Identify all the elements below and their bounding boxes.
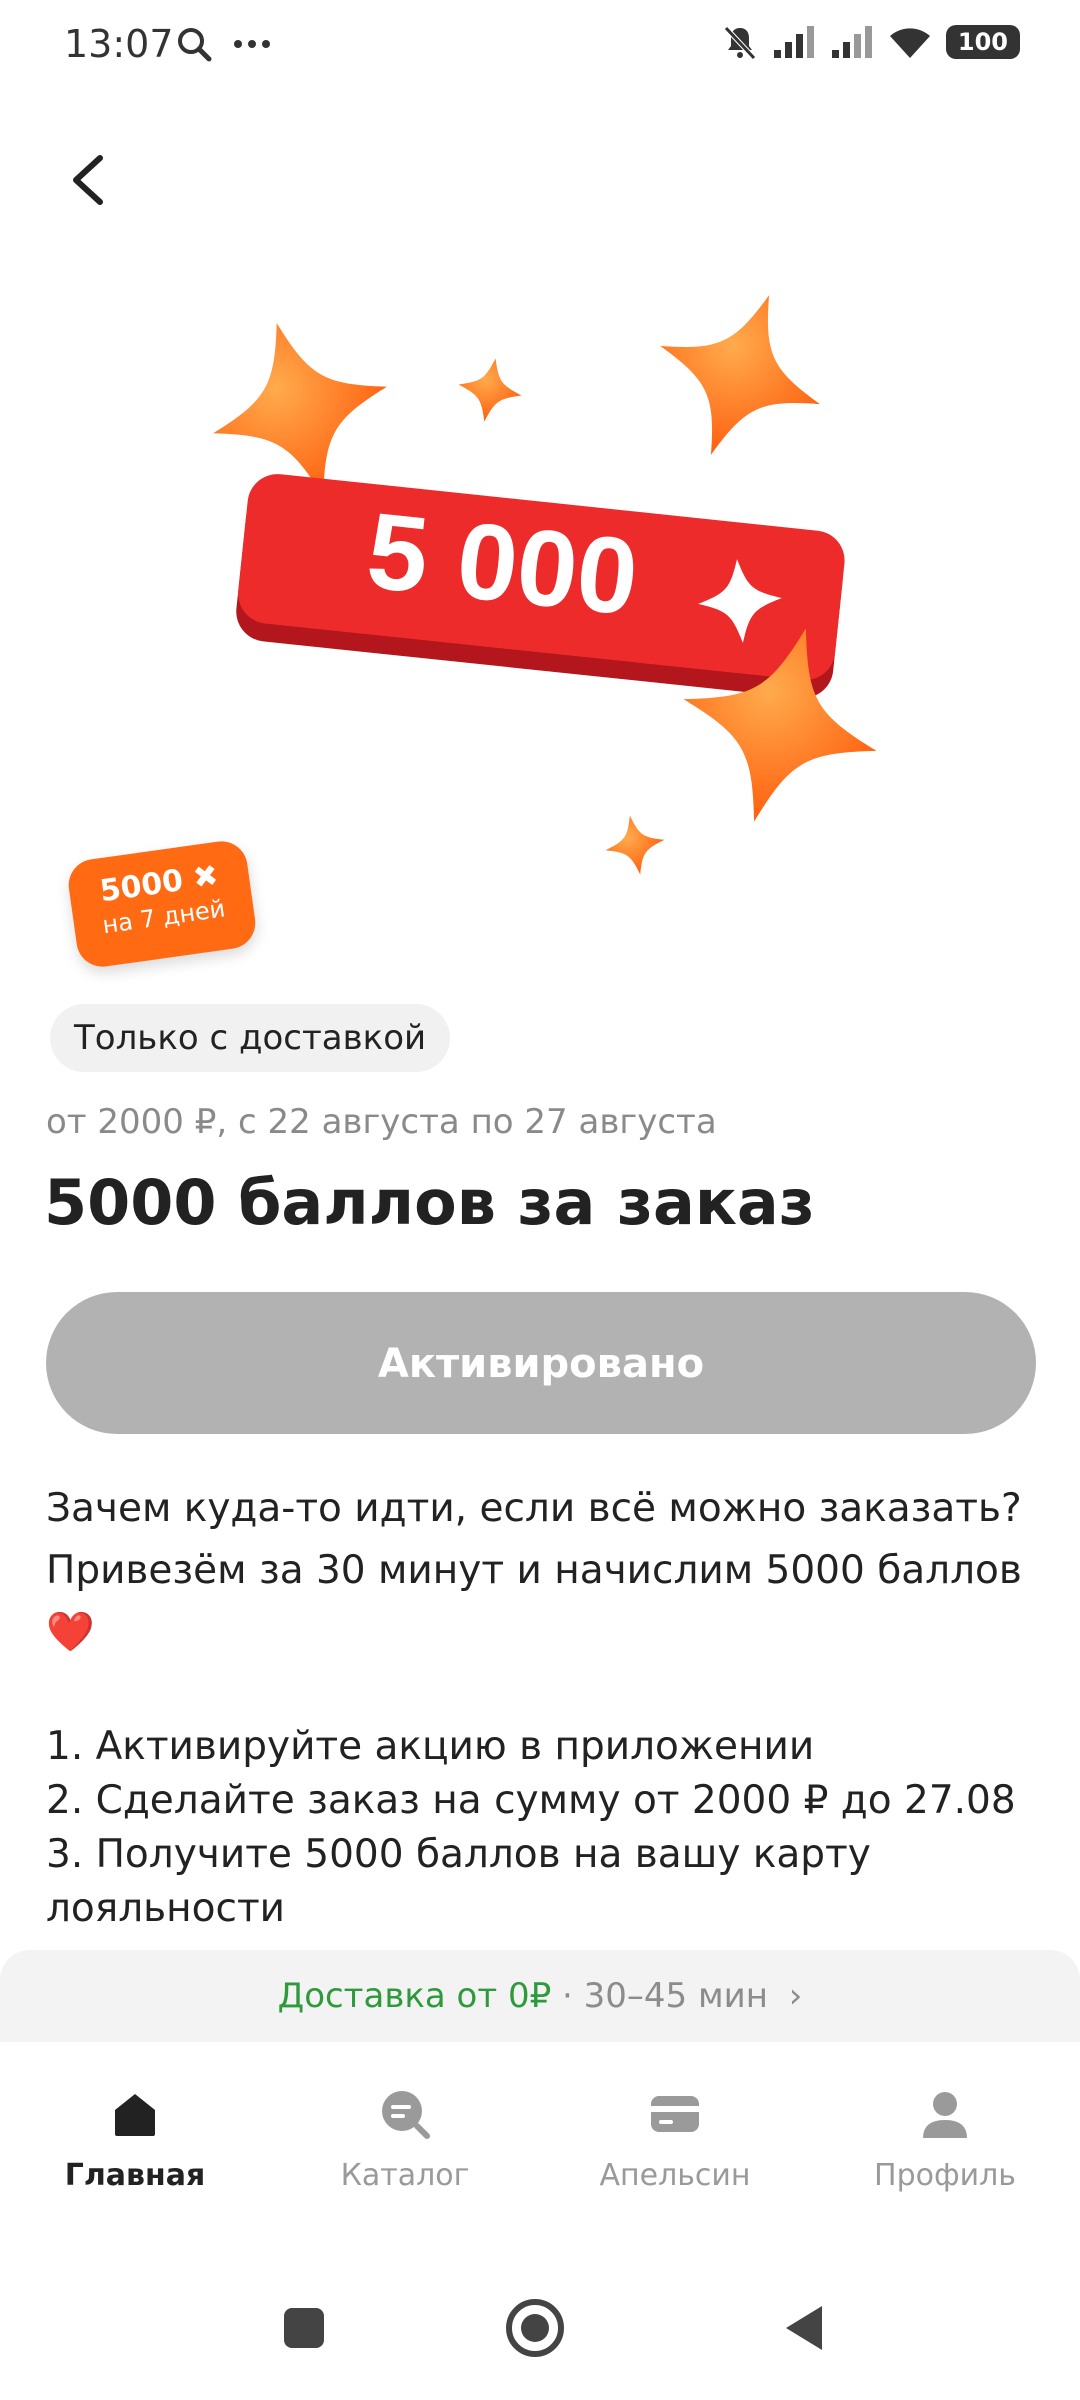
nav-item-profile[interactable]: Профиль (810, 2042, 1080, 2228)
nav-item-home[interactable]: Главная (0, 2042, 270, 2228)
promo-description: Зачем куда-то идти, если всё можно заказ… (46, 1486, 1022, 1655)
delivery-price: Доставка от 0₽ (277, 1976, 552, 2016)
nav-item-card[interactable]: Апельсин (540, 2042, 810, 2228)
promo-steps: 1. Активируйте акцию в приложении 2. Сде… (46, 1720, 1056, 1936)
nav-label-home: Главная (64, 2158, 206, 2193)
bell-off-icon (724, 26, 756, 60)
points-star-icon: ✖ (190, 858, 221, 897)
profile-icon (923, 2092, 967, 2138)
more-dots-icon (234, 40, 270, 48)
nav-label-catalog: Каталог (340, 2158, 470, 2193)
signal-icon (773, 26, 814, 58)
home-icon (115, 2094, 155, 2136)
page-title: 5000 баллов за заказ (44, 1166, 815, 1239)
nav-label-card: Апельсин (599, 2158, 751, 2193)
bottom-navigation: Главная Каталог Апельсин Профиль (0, 2042, 1080, 2228)
recents-button[interactable] (284, 2308, 324, 2348)
status-right-icons: 100 (722, 24, 1020, 60)
step-item: 2. Сделайте заказ на сумму от 2000 ₽ до … (46, 1778, 1016, 1823)
status-time: 13:07 (64, 22, 174, 66)
activated-button[interactable]: Активировано (46, 1292, 1036, 1434)
promo-conditions: от 2000 ₽, с 22 августа по 27 августа (46, 1102, 717, 1142)
back-nav-button[interactable] (786, 2306, 822, 2350)
home-button[interactable] (506, 2299, 564, 2357)
chevron-left-icon (73, 155, 103, 205)
promo-hero-illustration: 5 000 (213, 295, 877, 875)
card-icon (651, 2096, 699, 2132)
step-item: лояльности (46, 1886, 286, 1931)
wifi-icon (889, 28, 930, 58)
system-navigation-bar (284, 2299, 822, 2357)
delivery-info-bar[interactable]: Доставка от 0₽ · 30–45 мин › (0, 1950, 1080, 2042)
delivery-time: · 30–45 мин (551, 1976, 768, 2016)
battery-indicator: 100 (945, 25, 1020, 59)
search-icon (178, 28, 212, 62)
status-left-icons (176, 26, 272, 62)
points-mini-badge: 5000 ✖ на 7 дней (65, 837, 259, 971)
step-item: 3. Получите 5000 баллов на вашу карту (46, 1832, 871, 1877)
back-button[interactable] (58, 140, 118, 220)
catalog-search-icon (382, 2091, 430, 2139)
step-item: 1. Активируйте акцию в приложении (46, 1724, 815, 1769)
delivery-only-chip: Только с доставкой (50, 1004, 451, 1072)
chevron-right-icon: › (788, 1976, 803, 2016)
nav-label-profile: Профиль (874, 2158, 1016, 2193)
signal-icon-2 (831, 26, 872, 58)
nav-item-catalog[interactable]: Каталог (270, 2042, 540, 2228)
